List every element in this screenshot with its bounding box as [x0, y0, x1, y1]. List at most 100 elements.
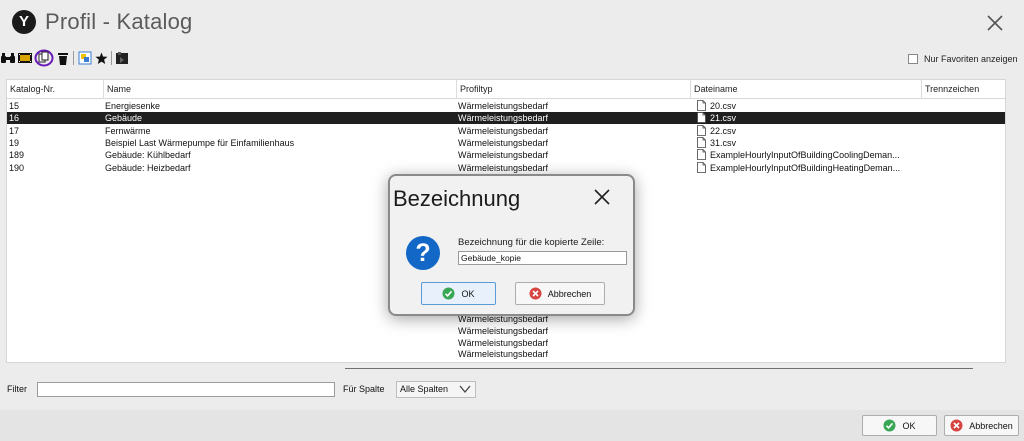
binoculars-icon[interactable] — [0, 50, 16, 66]
cell-datei-text: 20.csv — [710, 101, 737, 111]
cell-nr: 15 — [9, 101, 20, 111]
dialog-prompt: Bezeichnung für die kopierte Zeile: — [458, 237, 605, 248]
dialog-ok-label: OK — [461, 288, 475, 299]
column-select-value: Alle Spalten — [400, 384, 449, 394]
cell-typ: Wärmeleistungsbedarf — [458, 325, 549, 336]
table-row[interactable]: Wärmeleistungsbedarf — [7, 337, 1005, 349]
table-row[interactable]: 19 Beispiel Last Wärmepumpe für Einfamili… — [7, 136, 1005, 149]
cancel-label: Abbrechen — [969, 420, 1013, 431]
favorites-toggle[interactable]: Nur Favoriten anzeigen — [908, 54, 1018, 64]
cell-typ: Wärmeleistungsbedarf — [458, 349, 549, 360]
filter-bar: Filter Für Spalte Alle Spalten — [0, 380, 1024, 402]
cell-typ: Wärmeleistungsbedarf — [458, 360, 548, 362]
column-header-nr[interactable]: Katalog-Nr. — [7, 80, 104, 99]
column-header-name[interactable]: Name — [104, 80, 457, 99]
cell-name: Energiesenke — [105, 101, 161, 111]
cell-name: Gebäude: Heizbedarf — [105, 162, 191, 173]
table-row[interactable]: Wärmeleistungsbedarf — [7, 360, 1005, 362]
close-icon[interactable] — [984, 12, 1006, 34]
table-row[interactable]: 17 Fernwärme Wärmeleistungsbedarf 22.csv — [7, 124, 1005, 137]
cell-typ: Wärmeleistungsbedarf — [458, 125, 549, 136]
filter-label: Filter — [7, 384, 27, 394]
file-icon — [697, 149, 706, 161]
table-row[interactable]: 190 Gebäude: Heizbedarf Wärmeleistungsbeda… — [7, 161, 1005, 174]
app-logo: Y — [12, 10, 36, 34]
cell-name: Gebäude — [105, 113, 143, 124]
file-icon — [697, 136, 706, 149]
table-row[interactable]: Wärmeleistungsbedarf — [7, 348, 1005, 360]
cancel-button[interactable]: Abbrechen — [944, 415, 1019, 436]
filter-input[interactable] — [37, 382, 335, 397]
favorites-label: Nur Favoriten anzeigen — [924, 54, 1018, 64]
chevron-down-icon — [459, 385, 471, 394]
cell-datei: 21.csv — [697, 112, 736, 124]
cell-name: Gebäude: Kühlbedarf — [105, 150, 191, 161]
file-icon — [697, 112, 706, 124]
check-icon — [883, 419, 896, 432]
column-header-trennzeichen[interactable]: Trennzeichen — [922, 80, 1005, 99]
toolbar-separator — [111, 51, 112, 65]
file-icon — [697, 124, 706, 137]
table-row[interactable]: 15 Energiesenke Wärmeleistungsbedarf 20.csv — [7, 100, 1005, 112]
name-input[interactable]: Gebäude_kopie — [458, 251, 627, 265]
window-title: Profil - Katalog — [45, 9, 193, 34]
cell-datei: ExampleHourlyInputOfBuildingHeatingDeman… — [697, 161, 901, 174]
ok-button[interactable]: OK — [862, 415, 937, 436]
cell-name: Beispiel Last Wärmepumpe für Einfamilien… — [105, 137, 295, 148]
table-row[interactable]: Wärmeleistungsbedarf — [7, 325, 1005, 337]
cancel-icon — [529, 287, 542, 300]
toolbar-separator — [73, 51, 74, 65]
delete-icon[interactable] — [55, 50, 71, 66]
title-bar: Y Profil - Katalog — [0, 0, 1024, 46]
copy-icon[interactable] — [34, 49, 54, 67]
check-icon — [442, 287, 455, 300]
cell-datei-text: 31.csv — [710, 137, 737, 148]
cell-nr: 17 — [9, 125, 20, 136]
cell-datei: ExampleHourlyInputOfBuildingCoolingDeman… — [697, 149, 900, 161]
cell-typ: Wärmeleistungsbedarf — [458, 150, 549, 161]
refresh-icon[interactable] — [77, 50, 93, 66]
dialog-cancel-button[interactable]: Abbrechen — [515, 282, 605, 305]
cell-nr: 189 — [9, 150, 25, 161]
table-row[interactable]: 16 Gebäude Wärmeleistungsbedarf 21.csv — [7, 112, 1005, 125]
film-icon[interactable] — [17, 50, 33, 66]
cell-typ: Wärmeleistungsbedarf — [458, 337, 549, 348]
cell-typ: Wärmeleistungsbedarf — [458, 162, 549, 173]
cell-nr: 19 — [9, 137, 20, 148]
file-icon — [697, 100, 706, 112]
cell-typ: Wärmeleistungsbedarf — [458, 137, 549, 148]
toolbar: Nur Favoriten anzeigen — [0, 48, 1024, 70]
cancel-icon — [950, 419, 963, 432]
divider — [345, 368, 973, 369]
cell-datei-text: 21.csv — [710, 113, 737, 124]
rename-dialog: Bezeichnung ? Bezeichnung für die kopier… — [388, 174, 635, 316]
favorites-checkbox[interactable] — [908, 54, 918, 64]
cell-datei-text: 22.csv — [710, 125, 737, 136]
dialog-cancel-label: Abbrechen — [547, 288, 592, 299]
cell-nr: 190 — [9, 162, 25, 173]
cell-name: Fernwärme — [105, 125, 151, 136]
cell-datei: 22.csv — [697, 124, 737, 137]
export-icon[interactable] — [114, 50, 130, 66]
catalog-window: Y Profil - Katalog Nur Favoriten anzeige… — [0, 0, 1024, 441]
footer-bar: OK Abbrechen — [0, 410, 1024, 441]
dialog-title: Bezeichnung — [393, 186, 521, 211]
table-header: Katalog-Nr. Name Profiltyp Dateiname Tre… — [7, 80, 1005, 99]
file-icon — [697, 161, 706, 174]
cell-datei-text: ExampleHourlyInputOfBuildingCoolingDeman… — [710, 150, 900, 161]
column-filter-label: Für Spalte — [343, 384, 385, 394]
question-icon: ? — [406, 236, 440, 270]
ok-label: OK — [902, 420, 916, 431]
column-header-profiltyp[interactable]: Profiltyp — [457, 80, 691, 99]
star-icon[interactable] — [93, 50, 109, 66]
column-header-dateiname[interactable]: Dateiname — [691, 80, 922, 99]
dialog-close-icon[interactable] — [593, 188, 611, 206]
table-row[interactable]: 189 Gebäude: Kühlbedarf Wärmeleistungsbeda… — [7, 149, 1005, 161]
cell-typ: Wärmeleistungsbedarf — [458, 101, 549, 111]
dialog-ok-button[interactable]: OK — [421, 282, 496, 305]
cell-nr: 16 — [9, 113, 20, 124]
cell-datei-text: ExampleHourlyInputOfBuildingHeatingDeman… — [710, 162, 901, 173]
cell-datei: 31.csv — [697, 136, 737, 149]
column-select[interactable]: Alle Spalten — [396, 381, 476, 398]
cell-typ: Wärmeleistungsbedarf — [458, 113, 549, 124]
